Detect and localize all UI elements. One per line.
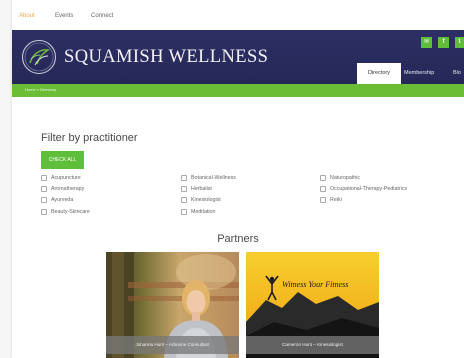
top-nav: About Events Connect [12,0,464,30]
filter-option-label: Ayurveda [51,197,74,203]
filter-option-label: Botanical-Wellness [191,175,236,181]
filter-option-label: Herbalist [191,186,212,192]
filter-option-label: Acupuncture [51,175,81,181]
partner-tagline: Witness Your Fitness [282,280,349,289]
wellness-logo-icon[interactable] [21,39,57,75]
checkbox[interactable] [320,175,326,181]
twitter-icon[interactable]: t [455,37,464,48]
filter-option-label: Aromatherapy [51,186,85,192]
checkbox[interactable] [181,209,187,215]
checkbox[interactable] [41,175,47,181]
filter-option[interactable]: Herbalist [181,186,212,195]
filter-option-label: Meditation [191,209,216,215]
checkbox[interactable] [320,197,326,203]
partner-caption: Cameron Hunt – Kinesiologist [246,336,379,354]
checkbox[interactable] [41,186,47,192]
filter-option[interactable]: Kinesiologist [181,197,221,206]
top-tab-connect[interactable]: Connect [91,13,113,19]
checkbox[interactable] [181,175,187,181]
filter-option-label: Reiki [330,197,342,203]
page: About Events Connect SQUAMISH WELLNESS ✉… [12,0,464,358]
partner-caption: Johanna Hunt – Arbonne Consultant [106,336,239,354]
checkbox[interactable] [181,197,187,203]
filter-option[interactable]: Acupuncture [41,175,81,184]
check-all-button[interactable]: CHECK ALL [41,151,84,169]
partner-card[interactable]: Johanna Hunt – Arbonne Consultant [106,252,239,358]
filter-title: Filter by practitioner [41,132,138,144]
nav-directory[interactable]: Directory [357,63,401,84]
nav-membership[interactable]: Membership [404,63,434,84]
partners-heading: Partners [217,233,259,245]
filter-option-label: Occupational-Therapy-Pediatrics [330,186,408,192]
partner-card[interactable]: Witness Your Fitness Cameron Hunt – Kine… [246,252,379,358]
filter-option[interactable]: Naturopathic [320,175,360,184]
top-tab-events[interactable]: Events [55,13,73,19]
filter-option[interactable]: Reiki [320,197,342,206]
filter-option[interactable]: Ayurveda [41,197,73,206]
checkbox[interactable] [181,186,187,192]
checkbox[interactable] [320,186,326,192]
nav-blog[interactable]: Blo [453,63,461,84]
facebook-icon[interactable]: f [438,37,449,48]
breadcrumb: Home » Directory [12,84,464,97]
filter-option-label: Naturopathic [330,175,361,181]
filter-option[interactable]: Occupational-Therapy-Pediatrics [320,186,407,195]
breadcrumb-text[interactable]: Home » Directory [25,87,56,92]
site-brand[interactable]: SQUAMISH WELLNESS [64,47,268,68]
checkbox[interactable] [41,197,47,203]
checkbox[interactable] [41,209,47,215]
filter-option-label: Kinesiologist [191,197,221,203]
mail-icon[interactable]: ✉ [421,37,432,48]
filter-option[interactable]: Botanical-Wellness [181,175,236,184]
filter-option[interactable]: Meditation [181,209,215,218]
filter-option-label: Beauty-Skincare [51,209,90,215]
filter-option[interactable]: Beauty-Skincare [41,209,90,218]
filter-option[interactable]: Aromatherapy [41,186,84,195]
top-tab-about[interactable]: About [19,13,35,19]
